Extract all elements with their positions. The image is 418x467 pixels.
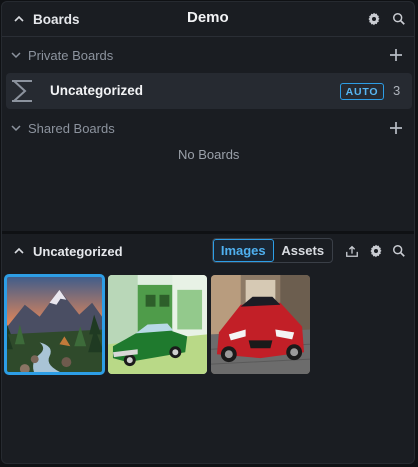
gear-icon bbox=[368, 12, 380, 26]
gallery-tabs: Images Assets bbox=[212, 238, 333, 263]
search-icon bbox=[393, 13, 405, 25]
add-private-board-button[interactable] bbox=[387, 46, 405, 64]
board-item-uncategorized[interactable]: Uncategorized AUTO 3 bbox=[6, 73, 412, 109]
no-boards-text: No Boards bbox=[178, 147, 240, 162]
upload-icon bbox=[346, 245, 358, 257]
add-shared-board-button[interactable] bbox=[387, 119, 405, 137]
gallery-header-toggle[interactable]: Uncategorized bbox=[12, 243, 123, 259]
active-board-name[interactable]: Demo bbox=[187, 9, 229, 26]
private-boards-toggle[interactable]: Private Boards bbox=[9, 47, 113, 63]
boards-header-toggle[interactable]: Boards bbox=[12, 11, 80, 27]
settings-button[interactable] bbox=[365, 10, 383, 28]
gallery-image-red-sports-car[interactable] bbox=[211, 275, 310, 374]
chevron-up-icon bbox=[12, 12, 26, 26]
board-name: Uncategorized bbox=[50, 83, 144, 98]
chevron-down-icon bbox=[9, 121, 23, 135]
gallery-settings-button[interactable] bbox=[367, 242, 385, 260]
section-divider bbox=[2, 231, 414, 234]
private-boards-label: Private Boards bbox=[28, 47, 114, 63]
chevron-down-icon bbox=[9, 48, 23, 62]
plus-icon bbox=[390, 49, 402, 61]
boards-panel: Boards Demo Private Boards Uncategorized bbox=[1, 1, 415, 464]
gear-icon bbox=[370, 244, 382, 258]
shared-boards-toggle[interactable]: Shared Boards bbox=[9, 120, 115, 136]
plus-icon bbox=[390, 122, 402, 134]
chevron-up-icon bbox=[12, 244, 26, 258]
gallery-image-mountain-river[interactable] bbox=[4, 274, 105, 375]
header-divider bbox=[2, 36, 414, 37]
tab-assets[interactable]: Assets bbox=[274, 239, 333, 262]
board-image-count: 3 bbox=[393, 83, 401, 98]
tab-images[interactable]: Images bbox=[213, 239, 274, 262]
gallery-search-button[interactable] bbox=[390, 242, 408, 260]
search-button[interactable] bbox=[390, 10, 408, 28]
gallery-title: Uncategorized bbox=[33, 243, 123, 259]
auto-badge: AUTO bbox=[340, 83, 384, 100]
search-icon bbox=[393, 245, 405, 257]
gallery-image-green-car[interactable] bbox=[108, 275, 207, 374]
shared-boards-label: Shared Boards bbox=[28, 120, 115, 136]
boards-title: Boards bbox=[33, 11, 80, 27]
upload-button[interactable] bbox=[343, 242, 361, 260]
uncategorized-board-icon bbox=[10, 79, 34, 103]
